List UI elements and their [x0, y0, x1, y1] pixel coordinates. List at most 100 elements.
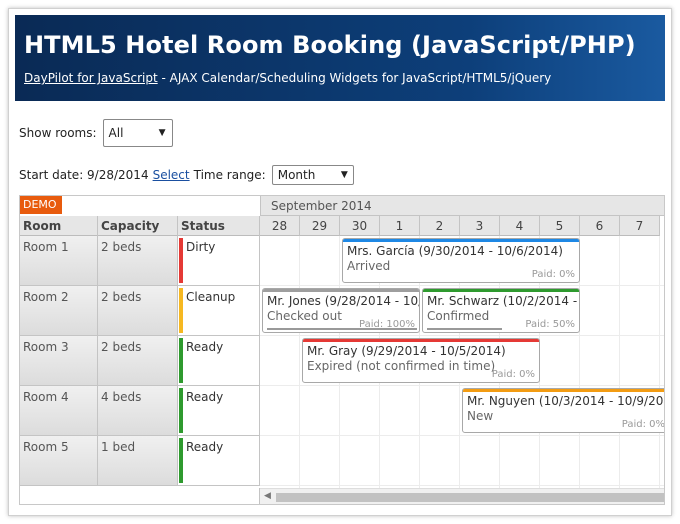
timeline-day-header: 4	[500, 216, 540, 236]
room-row[interactable]: Room 22 beds Cleanup	[20, 286, 260, 336]
room-status: Cleanup	[186, 290, 236, 304]
start-date-label: Start date: 9/28/2014	[19, 168, 149, 182]
room-status: Ready	[186, 340, 224, 354]
page-title: HTML5 Hotel Room Booking (JavaScript/PHP…	[24, 31, 636, 59]
grid-hline	[260, 285, 664, 286]
time-range-select[interactable]: Month ▼	[271, 165, 354, 185]
room-status-cell: Ready	[178, 386, 260, 435]
timeline-month-header: September 2014	[260, 196, 664, 216]
room-status-cell: Ready	[178, 436, 260, 485]
status-color-bar	[179, 438, 183, 483]
room-capacity: 2 beds	[98, 336, 178, 385]
reservation-event[interactable]: Mrs. García (9/30/2014 - 10/6/2014) Arriv…	[342, 238, 580, 283]
event-paid: Paid: 0%	[621, 419, 665, 430]
horizontal-scrollbar[interactable]: ◀	[260, 488, 664, 504]
show-rooms-value: All	[108, 126, 124, 140]
room-name: Room 1	[20, 236, 98, 285]
grid-hline	[260, 485, 664, 486]
status-color-bar	[179, 288, 183, 333]
timeline-day-header: 2	[420, 216, 460, 236]
reservation-event[interactable]: Mr. Gray (9/29/2014 - 10/5/2014) Expired …	[302, 338, 540, 383]
room-status-cell: Dirty	[178, 236, 260, 285]
reservation-event[interactable]: Mr. Nguyen (10/3/2014 - 10/9/2014) New Pai…	[462, 388, 665, 433]
scrollbar-thumb[interactable]	[276, 493, 664, 502]
event-title: Mrs. García (9/30/2014 - 10/6/2014)	[347, 244, 563, 258]
show-rooms-row: Show rooms: All ▼	[19, 119, 173, 147]
event-title: Mr. Nguyen (10/3/2014 - 10/9/2014)	[467, 394, 665, 408]
room-name: Room 5	[20, 436, 98, 485]
reservation-event[interactable]: Mr. Schwarz (10/2/2014 - 10/6/2014)Confi…	[422, 288, 580, 333]
timeline-day-header: 7	[620, 216, 660, 236]
room-row[interactable]: Room 12 beds Dirty	[20, 236, 260, 286]
room-status-cell: Cleanup	[178, 286, 260, 335]
timeline-day-header: 3	[460, 216, 500, 236]
timeline-day-header: 29	[300, 216, 340, 236]
row-header-columns: Room Capacity Status	[20, 216, 260, 236]
room-status-cell: Ready	[178, 336, 260, 385]
column-header-room[interactable]: Room	[20, 216, 98, 236]
event-status: Checked out	[267, 309, 342, 323]
daypilot-link[interactable]: DayPilot for JavaScript	[24, 71, 158, 85]
select-date-link[interactable]: Select	[153, 168, 190, 182]
room-row[interactable]: Room 32 beds Ready	[20, 336, 260, 386]
status-color-bar	[179, 238, 183, 283]
timeline-day-header: 1	[380, 216, 420, 236]
event-status-bar	[303, 339, 539, 342]
room-status: Ready	[186, 440, 224, 454]
room-name: Room 3	[20, 336, 98, 385]
scheduler: DEMO Room Capacity Status September 2014…	[19, 195, 665, 505]
event-paid: Paid: 0%	[491, 369, 535, 380]
dropdown-arrow-icon: ▼	[158, 128, 166, 138]
room-status: Ready	[186, 390, 224, 404]
reservation-event[interactable]: Mr. Jones (9/28/2014 - 10/2/2014)Checked…	[262, 288, 420, 333]
event-status: Arrived	[347, 259, 391, 273]
event-title: Mr. Schwarz (10/2/2014 - 10/6/2014)	[427, 294, 579, 308]
room-capacity: 2 beds	[98, 236, 178, 285]
dropdown-arrow-icon: ▼	[340, 170, 348, 180]
grid-hline	[260, 335, 664, 336]
event-paid-bar	[427, 328, 502, 330]
row-header-footer	[20, 488, 260, 504]
event-status-bar	[343, 239, 579, 242]
time-range-value: Month	[277, 168, 316, 182]
timeline-day-header: 5	[540, 216, 580, 236]
event-paid: Paid: 0%	[531, 269, 575, 280]
time-range-label: Time range:	[193, 168, 266, 182]
event-status-bar	[463, 389, 664, 392]
event-status: Confirmed	[427, 309, 490, 323]
subtitle-text: - AJAX Calendar/Scheduling Widgets for J…	[157, 71, 552, 85]
grid-vline	[619, 236, 620, 488]
show-rooms-select[interactable]: All ▼	[102, 119, 173, 147]
show-rooms-label: Show rooms:	[19, 126, 97, 140]
event-title: Mr. Gray (9/29/2014 - 10/5/2014)	[307, 344, 506, 358]
event-status-bar	[423, 289, 579, 292]
timeline-day-header: 28	[260, 216, 300, 236]
grid-hline	[260, 385, 664, 386]
event-paid: Paid: 50%	[525, 319, 575, 330]
grid-vline	[299, 236, 300, 488]
month-label: September 2014	[271, 199, 372, 213]
status-color-bar	[179, 338, 183, 383]
room-row[interactable]: Room 51 bed Ready	[20, 436, 260, 486]
room-status: Dirty	[186, 240, 216, 254]
timeline-day-header: 30	[340, 216, 380, 236]
room-name: Room 4	[20, 386, 98, 435]
column-header-capacity[interactable]: Capacity	[98, 216, 178, 236]
scroll-left-arrow-icon[interactable]: ◀	[264, 491, 271, 501]
room-capacity: 2 beds	[98, 286, 178, 335]
room-capacity: 1 bed	[98, 436, 178, 485]
page-frame: HTML5 Hotel Room Booking (JavaScript/PHP…	[8, 8, 672, 516]
demo-badge: DEMO	[20, 196, 62, 214]
event-status: New	[467, 409, 494, 423]
page-header: HTML5 Hotel Room Booking (JavaScript/PHP…	[15, 15, 665, 101]
event-status-bar	[263, 289, 419, 292]
grid-hline	[260, 435, 664, 436]
page-subtitle: DayPilot for JavaScript - AJAX Calendar/…	[24, 71, 551, 85]
event-title: Mr. Jones (9/28/2014 - 10/2/2014)	[267, 294, 419, 308]
date-range-row: Start date: 9/28/2014 Select Time range:…	[19, 165, 354, 185]
column-header-status[interactable]: Status	[178, 216, 260, 236]
room-row[interactable]: Room 44 beds Ready	[20, 386, 260, 436]
room-capacity: 4 beds	[98, 386, 178, 435]
grid-vline	[659, 236, 660, 488]
event-paid-bar	[267, 328, 417, 330]
